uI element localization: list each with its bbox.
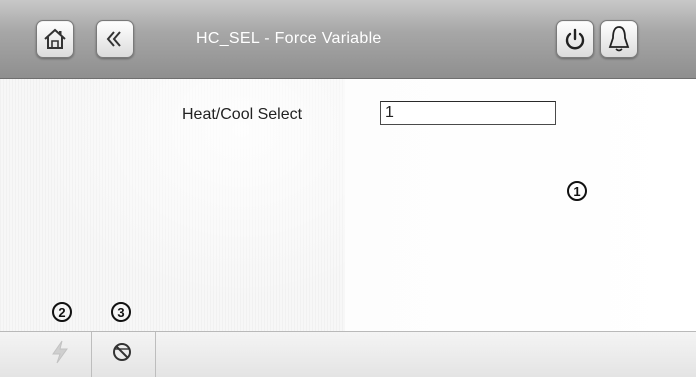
cancel-force-button[interactable] xyxy=(92,332,152,377)
force-button[interactable] xyxy=(30,332,90,377)
back-icon xyxy=(102,26,128,52)
header-bar: HC_SEL - Force Variable xyxy=(0,0,696,79)
power-button[interactable] xyxy=(556,20,594,58)
heat-cool-select-label: Heat/Cool Select xyxy=(182,106,303,123)
callout-2: 2 xyxy=(52,302,72,322)
content-area xyxy=(0,79,696,331)
page-title: HC_SEL - Force Variable xyxy=(196,30,382,47)
bell-icon xyxy=(606,24,632,54)
footer-divider xyxy=(155,332,156,377)
power-icon xyxy=(562,26,588,52)
heat-cool-select-input[interactable] xyxy=(380,101,556,125)
back-button[interactable] xyxy=(96,20,134,58)
alarm-button[interactable] xyxy=(600,20,638,58)
callout-1: 1 xyxy=(567,181,587,201)
footer-bar xyxy=(0,331,696,377)
home-icon xyxy=(42,26,68,52)
callout-3: 3 xyxy=(111,302,131,322)
home-button[interactable] xyxy=(36,20,74,58)
lightning-icon xyxy=(49,339,71,370)
no-symbol-icon xyxy=(110,340,134,369)
